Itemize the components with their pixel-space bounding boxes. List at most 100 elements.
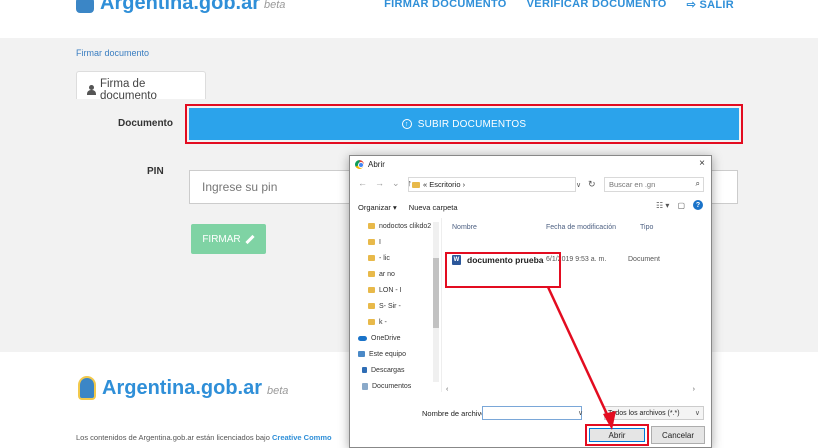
folder-icon	[368, 271, 375, 277]
preview-pane-icon[interactable]: ▢	[677, 201, 685, 210]
scrollbar-thumb[interactable]	[433, 258, 439, 328]
onedrive-icon	[358, 335, 367, 341]
dropdown-icon[interactable]: ⌄	[392, 178, 400, 189]
top-nav: FIRMAR DOCUMENTO VERIFICAR DOCUMENTO ⇨ S…	[384, 0, 734, 11]
filename-row: Nombre de archivo: ∨ Todos los archivos …	[350, 406, 711, 422]
pin-label: PIN	[147, 166, 164, 177]
new-folder-button[interactable]: Nueva carpeta	[409, 203, 458, 212]
document-label: Documento	[118, 118, 173, 129]
folder-icon	[412, 181, 420, 188]
address-bar[interactable]: « Escritorio ›	[408, 177, 576, 192]
upload-highlight: ↑ SUBIR DOCUMENTOS	[185, 104, 743, 144]
pin-input[interactable]	[189, 170, 355, 204]
view-options-icon[interactable]: ☷ ▾	[656, 201, 669, 210]
nav-salir[interactable]: ⇨ SALIR	[687, 0, 734, 11]
search-icon: ⌕	[695, 179, 700, 188]
nav-item[interactable]: S- Sir -	[350, 298, 441, 314]
tab-label: Firma de documento	[99, 77, 157, 102]
cancel-button[interactable]: Cancelar	[651, 426, 705, 444]
organize-button[interactable]: Organizar ▾	[358, 203, 397, 212]
open-button[interactable]: Abrir	[589, 428, 645, 442]
horizontal-scrollbar[interactable]: ‹ ›	[442, 386, 699, 394]
sign-label: FIRMAR	[202, 233, 241, 245]
address-row: ← → ⌄ ↑ « Escritorio › ∨ ↻ Buscar en .gn…	[350, 174, 711, 194]
nav-item[interactable]: - lic	[350, 250, 441, 266]
coat-of-arms-icon	[78, 376, 96, 400]
footer-text: Los contenidos de Argentina.gob.ar están…	[76, 433, 272, 442]
chevron-down-icon[interactable]: ∨	[576, 177, 588, 192]
folder-icon	[368, 303, 375, 309]
refresh-icon[interactable]: ↻	[588, 177, 600, 192]
nav-item[interactable]: LON - I	[350, 282, 441, 298]
chevron-down-icon[interactable]: ∨	[578, 409, 583, 417]
file-type: Document	[628, 256, 660, 263]
close-icon[interactable]: ×	[699, 158, 705, 169]
nav-item[interactable]: k -	[350, 314, 441, 330]
computer-icon	[358, 351, 365, 357]
nav-item-este-equipo[interactable]: Este equipo	[350, 346, 441, 362]
upload-documents-button[interactable]: ↑ SUBIR DOCUMENTOS	[189, 108, 739, 140]
footer-brand: Argentina.gob.ar	[102, 376, 263, 399]
search-placeholder: Buscar en .gn	[609, 180, 656, 189]
nav-item-label: ar no	[379, 270, 395, 278]
column-name[interactable]: Nombre	[452, 220, 477, 234]
nav-arrows: ← → ⌄ ↑	[358, 178, 412, 189]
nav-item-documentos[interactable]: Documentos	[350, 378, 441, 394]
nav-item-label: Documentos	[372, 382, 412, 390]
column-type[interactable]: Tipo	[640, 220, 653, 234]
nav-firmar-documento[interactable]: FIRMAR DOCUMENTO	[384, 0, 507, 11]
nav-item[interactable]: ar no	[350, 266, 441, 282]
nav-item-label: OneDrive	[371, 334, 401, 342]
chevron-down-icon: ∨	[694, 410, 700, 417]
navigation-pane: nodoctos clikdo2 I - lic ar no LON - I S…	[350, 218, 442, 392]
nav-verificar-documento[interactable]: VERIFICAR DOCUMENTO	[527, 0, 667, 11]
upload-label: SUBIR DOCUMENTOS	[417, 118, 527, 130]
open-file-dialog: Abrir × ← → ⌄ ↑ « Escritorio › ∨ ↻ Busca…	[349, 155, 712, 448]
brand-name: Argentina.gob.ar	[100, 0, 261, 14]
upload-icon: ↑	[401, 119, 412, 129]
dialog-titlebar: Abrir ×	[350, 156, 711, 172]
folder-icon	[368, 239, 375, 245]
nav-item-label: k -	[379, 318, 387, 326]
column-date[interactable]: Fecha de modificación	[546, 220, 616, 234]
nav-item-label: S- Sir -	[379, 302, 401, 310]
command-bar: Organizar ▾ Nueva carpeta ☷ ▾ ▢ ?	[350, 198, 711, 216]
view-controls: ☷ ▾ ▢ ?	[656, 200, 703, 210]
open-highlight: Abrir	[585, 424, 649, 446]
footer-beta: beta	[267, 384, 289, 397]
address-path: « Escritorio ›	[423, 180, 466, 189]
nav-item-onedrive[interactable]: OneDrive	[350, 330, 441, 346]
folder-icon	[368, 319, 375, 325]
scroll-right-icon[interactable]: ›	[693, 386, 695, 394]
folder-icon	[368, 287, 375, 293]
help-icon[interactable]: ?	[693, 200, 703, 210]
footer-logo[interactable]: Argentina.gob.ar beta	[78, 376, 288, 400]
coat-of-arms-icon	[76, 0, 94, 13]
file-highlight	[445, 252, 561, 288]
filename-label: Nombre de archivo:	[422, 409, 488, 418]
back-arrow-icon[interactable]: ←	[358, 178, 367, 189]
nav-item-label: nodoctos clikdo2	[379, 222, 432, 230]
header-logo[interactable]: Argentina.gob.ar beta	[76, 0, 285, 16]
scroll-left-icon[interactable]: ‹	[446, 386, 448, 394]
file-list: Nombre Fecha de modificación Tipo W docu…	[442, 218, 713, 392]
nav-item-label: Este equipo	[369, 350, 406, 358]
folder-icon	[368, 223, 375, 229]
filename-input[interactable]	[482, 406, 582, 420]
nav-scrollbar[interactable]	[433, 222, 439, 382]
forward-arrow-icon[interactable]: →	[375, 178, 384, 189]
nav-item-descargas[interactable]: Descargas	[350, 362, 441, 378]
file-type-filter[interactable]: Todos los archivos (*.*) ∨	[604, 406, 704, 420]
filter-value: Todos los archivos (*.*)	[608, 409, 680, 417]
creative-commons-link[interactable]: Creative Commo	[272, 433, 332, 442]
sign-button[interactable]: FIRMAR	[191, 224, 266, 254]
breadcrumb[interactable]: Firmar documento	[76, 48, 149, 58]
tab-firma-documento[interactable]: Firma de documento	[76, 71, 206, 102]
nav-item-label: - lic	[379, 254, 390, 262]
nav-item-label: Descargas	[371, 366, 405, 374]
nav-item[interactable]: nodoctos clikdo2	[350, 218, 441, 234]
nav-item[interactable]: I	[350, 234, 441, 250]
beta-label: beta	[264, 0, 286, 11]
dialog-search[interactable]: Buscar en .gn ⌕	[604, 177, 704, 192]
nav-item-label: LON - I	[379, 286, 402, 294]
